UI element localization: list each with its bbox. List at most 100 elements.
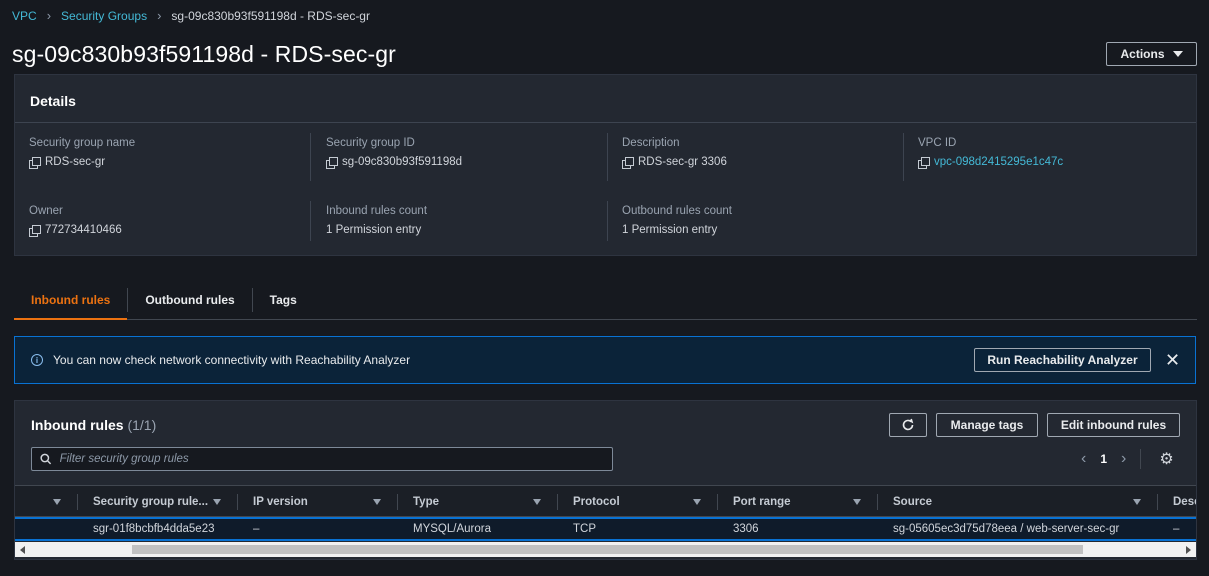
inbound-count-field: Inbound rules count 1 Permission entry [326,205,427,236]
column-label: Port range [733,496,791,508]
search-input[interactable] [59,453,604,465]
tab-tags[interactable]: Tags [253,280,314,319]
inbound-rules-panel: Inbound rules (1/1) Manage tags Edit inb… [14,400,1197,560]
info-alert: i You can now check network connectivity… [14,336,1196,384]
copy-icon[interactable] [29,156,41,169]
details-heading: Details [15,75,1196,123]
search-field [31,447,613,471]
close-icon[interactable]: ✕ [1165,350,1180,371]
page-title: sg-09c830b93f591198d - RDS-sec-gr [12,41,396,67]
actions-label: Actions [1120,47,1165,61]
refresh-icon [902,418,914,431]
owner-value: 772734410466 [45,224,122,236]
scrollbar-thumb[interactable] [132,545,1083,554]
copy-icon[interactable] [29,224,41,237]
column-header-ip-version[interactable]: IP version [253,486,395,518]
edit-inbound-rules-button[interactable]: Edit inbound rules [1047,413,1180,437]
description-label: Description [622,137,680,149]
column-divider [717,494,718,510]
copy-icon[interactable] [622,156,634,169]
cell-type: MYSQL/Aurora [413,523,491,535]
search-icon [40,453,52,465]
sg-id-label: Security group ID [326,137,415,149]
column-header-source[interactable]: Source [893,486,1155,518]
owner-field: Owner 772734410466 [29,205,122,237]
sg-id-value: sg-09c830b93f591198d [342,156,463,168]
actions-button[interactable]: Actions [1106,42,1197,66]
sg-name-label: Security group name [29,137,136,149]
column-divider [557,494,558,510]
divider [310,133,311,181]
current-page[interactable]: 1 [1100,452,1107,466]
column-divider [237,494,238,510]
vpc-id-label: VPC ID [918,137,957,149]
tab-inbound-rules[interactable]: Inbound rules [14,280,128,320]
description-value-row: RDS-sec-gr 3306 [622,156,727,169]
sg-id-value-row: sg-09c830b93f591198d [326,156,463,169]
description-field: Description RDS-sec-gr 3306 [622,137,727,169]
outbound-count-label: Outbound rules count [622,205,732,217]
tab-outbound-rules[interactable]: Outbound rules [128,280,251,319]
scroll-right-arrow-icon[interactable] [1186,546,1191,554]
cell-ip-version: – [253,523,260,535]
sort-icon [53,499,61,505]
vpc-id-link[interactable]: vpc-098d2415295e1c47c [934,156,1063,168]
pagination: ‹ 1 › ⚙ [1081,447,1174,471]
pager-divider [1140,449,1142,469]
sort-icon [693,499,701,505]
divider [310,201,311,241]
scroll-left-arrow-icon[interactable] [20,546,25,554]
sort-icon [1133,499,1141,505]
sort-icon [853,499,861,505]
description-value: RDS-sec-gr 3306 [638,156,727,168]
gear-icon[interactable]: ⚙ [1159,449,1173,469]
details-panel: Details Security group name RDS-sec-gr S… [14,74,1197,256]
tab-bar: Inbound rules Outbound rules Tags [14,280,1197,320]
caret-down-icon [1172,51,1183,57]
sort-icon [373,499,381,505]
outbound-count-field: Outbound rules count 1 Permission entry [622,205,732,236]
chevron-right-icon: › [46,8,52,23]
inbound-rules-count: (1/1) [127,417,157,433]
cell-description: – [1173,523,1180,535]
copy-icon[interactable] [918,156,930,169]
cell-source: sg-05605ec3d75d78eea / web-server-sec-gr [893,523,1120,535]
divider [903,133,904,181]
table-row[interactable]: sgr-01f8bcbfb4dda5e23 – MYSQL/Aurora TCP… [15,517,1196,541]
chevron-left-icon[interactable]: ‹ [1081,450,1086,468]
breadcrumb: VPC › Security Groups › sg-09c830b93f591… [12,8,370,23]
column-header-port-range[interactable]: Port range [733,486,875,518]
column-header-type[interactable]: Type [413,486,555,518]
column-label: Type [413,496,439,508]
copy-icon[interactable] [326,156,338,169]
column-label: Security group rule... [93,496,209,508]
horizontal-scrollbar[interactable] [15,542,1196,557]
manage-tags-button[interactable]: Manage tags [936,413,1038,437]
vpc-id-value-row: vpc-098d2415295e1c47c [918,156,1063,169]
divider [607,201,608,241]
chevron-right-icon: › [157,8,162,23]
column-header-protocol[interactable]: Protocol [573,486,715,518]
breadcrumb-vpc-link[interactable]: VPC [12,9,37,23]
select-column-header[interactable] [15,486,79,518]
inbound-rules-heading: Inbound rules (1/1) [31,417,156,433]
column-header-rule-id[interactable]: Security group rule... [93,486,235,518]
divider [607,133,608,181]
cell-port-range: 3306 [733,523,759,535]
sg-name-value: RDS-sec-gr [45,156,106,168]
sg-name-field: Security group name RDS-sec-gr [29,137,136,169]
column-label: Desc [1173,496,1196,508]
inbound-count-label: Inbound rules count [326,205,428,217]
refresh-button[interactable] [889,413,927,437]
breadcrumb-security-groups-link[interactable]: Security Groups [61,9,147,23]
sort-icon [213,499,221,505]
run-reachability-analyzer-button[interactable]: Run Reachability Analyzer [974,348,1151,372]
column-divider [397,494,398,510]
chevron-right-icon[interactable]: › [1121,450,1126,468]
owner-label: Owner [29,205,63,217]
column-header-description[interactable]: Desc [1173,486,1196,518]
table-header: Security group rule... IP version Type P… [15,485,1196,517]
cell-rule-id: sgr-01f8bcbfb4dda5e23 [93,523,215,535]
alert-text: You can now check network connectivity w… [53,353,411,367]
column-label: Protocol [573,496,620,508]
